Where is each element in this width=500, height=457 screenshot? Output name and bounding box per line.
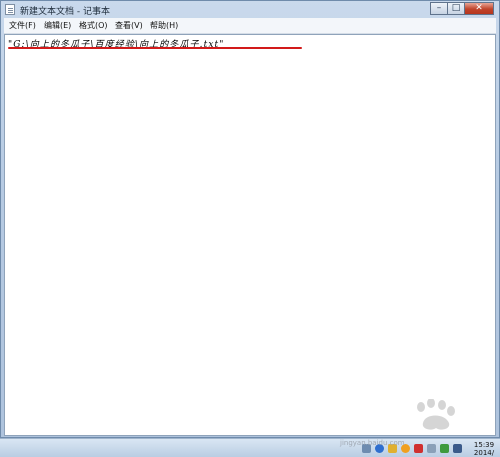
- caption-buttons: – □ ✕: [430, 2, 494, 16]
- maximize-button[interactable]: □: [447, 2, 465, 15]
- ime-icon[interactable]: [453, 444, 462, 453]
- power-icon[interactable]: [440, 444, 449, 453]
- volume-icon[interactable]: [427, 444, 436, 453]
- menu-file[interactable]: 文件(F): [9, 20, 36, 31]
- menu-edit[interactable]: 编辑(E): [44, 20, 71, 31]
- maximize-icon: □: [451, 3, 461, 13]
- watermark-text: jingyan.baidu.com: [340, 439, 405, 447]
- minimize-icon: –: [436, 3, 442, 13]
- clock[interactable]: 15:39 2014/: [470, 441, 498, 457]
- close-icon: ✕: [475, 3, 483, 13]
- close-button[interactable]: ✕: [464, 2, 494, 15]
- notepad-window: 新建文本文档 - 记事本 – □ ✕ 文件(F) 编辑(E) 格式(O) 查看(…: [0, 0, 500, 438]
- menu-help[interactable]: 帮助(H): [150, 20, 178, 31]
- title-bar[interactable]: 新建文本文档 - 记事本 – □ ✕: [1, 1, 499, 18]
- red-underline-annotation: [8, 47, 302, 49]
- baidu-paw-watermark-icon: [417, 399, 455, 430]
- notepad-icon[interactable]: [5, 4, 15, 15]
- menu-view[interactable]: 查看(V): [115, 20, 143, 31]
- menu-format[interactable]: 格式(O): [79, 20, 108, 31]
- menu-bar: 文件(F) 编辑(E) 格式(O) 查看(V) 帮助(H): [4, 18, 496, 34]
- minimize-button[interactable]: –: [430, 2, 448, 15]
- security-icon[interactable]: [414, 444, 423, 453]
- clock-date: 2014/: [473, 448, 495, 457]
- clock-time: 15:39: [473, 440, 495, 449]
- taskbar: 15:39 2014/: [0, 438, 500, 457]
- window-title: 新建文本文档 - 记事本: [20, 7, 110, 17]
- text-editor-area[interactable]: "G:\向上的冬瓜子\百度经验\向上的冬瓜子.txt": [4, 34, 496, 436]
